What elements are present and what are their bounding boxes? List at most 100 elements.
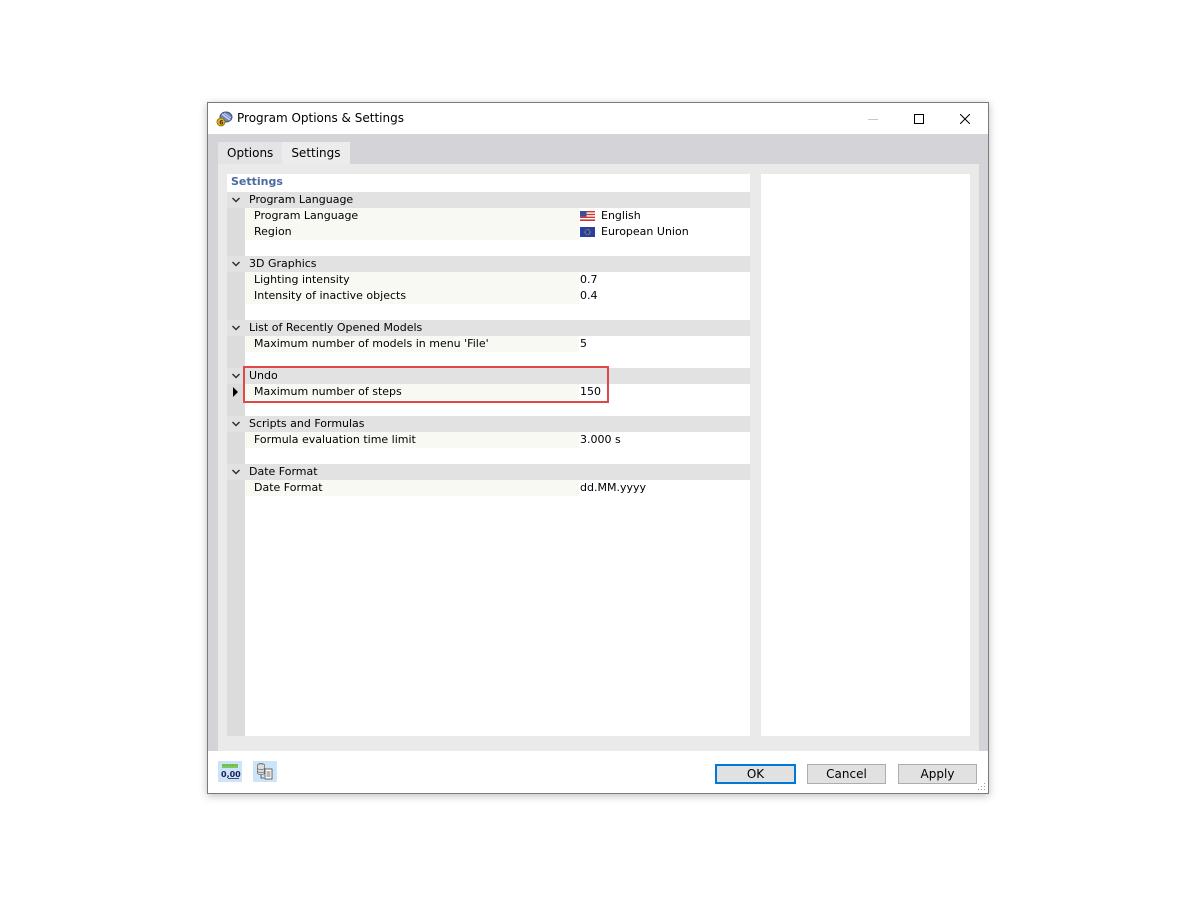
row-selected-marker-icon (233, 387, 238, 397)
chevron-down-icon[interactable] (230, 466, 242, 478)
settings-group: List of Recently Opened Models Maximum nu… (227, 320, 750, 368)
property-value[interactable]: 3.000 s (580, 433, 621, 446)
property-label: Program Language (254, 209, 359, 222)
settings-tab-page: Settings Program Language Program Languag… (218, 164, 979, 751)
settings-tree[interactable]: Settings Program Language Program Languag… (227, 174, 750, 736)
us-flag-icon (580, 210, 595, 221)
property-value-text: 0.4 (580, 289, 598, 302)
chevron-down-icon[interactable] (230, 418, 242, 430)
group-label: Undo (249, 369, 278, 382)
property-label: Date Format (254, 481, 323, 494)
property-value[interactable]: English (580, 209, 641, 222)
settings-group: Program Language Program Language English R… (227, 192, 750, 256)
property-label: Region (254, 225, 292, 238)
program-options-dialog: 6 Program Options & Settings Options Set… (207, 102, 989, 794)
group-header-row[interactable]: List of Recently Opened Models (227, 320, 750, 336)
database-document-button[interactable] (253, 761, 277, 782)
minimize-icon (868, 118, 878, 120)
tab-options[interactable]: Options (218, 142, 283, 164)
dialog-footer: 0,00 OK Cancel Apply (208, 751, 988, 793)
property-row[interactable]: Program Language English (227, 208, 750, 224)
property-row[interactable]: Lighting intensity 0.7 (227, 272, 750, 288)
group-header-row[interactable]: Date Format (227, 464, 750, 480)
maximize-icon (914, 113, 924, 124)
tab-settings[interactable]: Settings (282, 142, 350, 164)
property-label-cell: Maximum number of steps (245, 384, 579, 400)
property-row[interactable]: Intensity of inactive objects 0.4 (227, 288, 750, 304)
ok-button[interactable]: OK (715, 764, 796, 784)
chevron-down-icon[interactable] (230, 322, 242, 334)
database-document-icon (257, 763, 273, 780)
property-label-cell: Region (245, 224, 579, 240)
property-value[interactable]: European Union (580, 225, 689, 238)
property-row[interactable]: Formula evaluation time limit 3.000 s (227, 432, 750, 448)
group-header-row[interactable]: Scripts and Formulas (227, 416, 750, 432)
dialog-client-area: Options Settings Settings Program Langua… (208, 134, 988, 751)
property-label-cell: Maximum number of models in menu 'File' (245, 336, 579, 352)
description-panel (761, 174, 970, 736)
property-value-text: European Union (601, 225, 689, 238)
resize-grip-icon[interactable] (978, 783, 986, 791)
tab-strip: Options Settings (218, 142, 350, 164)
property-label-cell: Intensity of inactive objects (245, 288, 579, 304)
property-label: Maximum number of steps (254, 385, 402, 398)
property-label: Formula evaluation time limit (254, 433, 416, 446)
cancel-button[interactable]: Cancel (807, 764, 886, 784)
settings-group: Undo Maximum number of steps 150 (227, 368, 750, 416)
settings-group: Scripts and Formulas Formula evaluation t… (227, 416, 750, 464)
property-value[interactable]: 0.4 (580, 289, 598, 302)
property-value-text: dd.MM.yyyy (580, 481, 646, 494)
group-header-row[interactable]: Undo (227, 368, 750, 384)
decimal-places-button[interactable]: 0,00 (218, 761, 242, 782)
group-label: Date Format (249, 465, 318, 478)
settings-group: 3D Graphics Lighting intensity 0.7 Intensit… (227, 256, 750, 320)
apply-button[interactable]: Apply (898, 764, 977, 784)
chevron-down-icon[interactable] (230, 194, 242, 206)
property-row[interactable]: Region European Union (227, 224, 750, 240)
minimize-button[interactable] (850, 103, 896, 134)
maximize-button[interactable] (896, 103, 942, 134)
property-label-cell: Date Format (245, 480, 579, 496)
property-value-text: 0.7 (580, 273, 598, 286)
app-gear-icon: 6 (216, 111, 233, 127)
group-label: Program Language (249, 193, 354, 206)
decimal-places-icon: 0,00 (221, 764, 241, 779)
svg-text:6: 6 (219, 120, 223, 127)
property-row[interactable]: Date Format dd.MM.yyyy (227, 480, 750, 496)
group-label: 3D Graphics (249, 257, 317, 270)
property-value[interactable]: 150 (580, 385, 601, 398)
property-label: Lighting intensity (254, 273, 350, 286)
svg-text:0,00: 0,00 (221, 770, 241, 779)
group-header-row[interactable]: Program Language (227, 192, 750, 208)
chevron-down-icon[interactable] (230, 370, 242, 382)
property-value-text: 3.000 s (580, 433, 621, 446)
property-value[interactable]: 5 (580, 337, 587, 350)
property-value-text: English (601, 209, 641, 222)
title-bar[interactable]: 6 Program Options & Settings (208, 103, 988, 134)
property-row[interactable]: Maximum number of models in menu 'File' 5 (227, 336, 750, 352)
group-label: List of Recently Opened Models (249, 321, 423, 334)
chevron-down-icon[interactable] (230, 258, 242, 270)
settings-group: Date Format Date Format dd.MM.yyyy (227, 464, 750, 512)
property-value-text: 5 (580, 337, 587, 350)
property-label-cell: Program Language (245, 208, 579, 224)
close-button[interactable] (942, 103, 988, 134)
property-value[interactable]: 0.7 (580, 273, 598, 286)
property-row[interactable]: Maximum number of steps 150 (227, 384, 750, 400)
group-label: Scripts and Formulas (249, 417, 365, 430)
property-label-cell: Lighting intensity (245, 272, 579, 288)
tree-body: Program Language Program Language English R… (227, 192, 750, 512)
property-value-text: 150 (580, 385, 601, 398)
window-title: Program Options & Settings (237, 111, 404, 125)
close-icon (960, 113, 970, 124)
property-label-cell: Formula evaluation time limit (245, 432, 579, 448)
property-label: Maximum number of models in menu 'File' (254, 337, 489, 350)
tree-header: Settings (231, 175, 283, 188)
property-value[interactable]: dd.MM.yyyy (580, 481, 646, 494)
group-header-row[interactable]: 3D Graphics (227, 256, 750, 272)
